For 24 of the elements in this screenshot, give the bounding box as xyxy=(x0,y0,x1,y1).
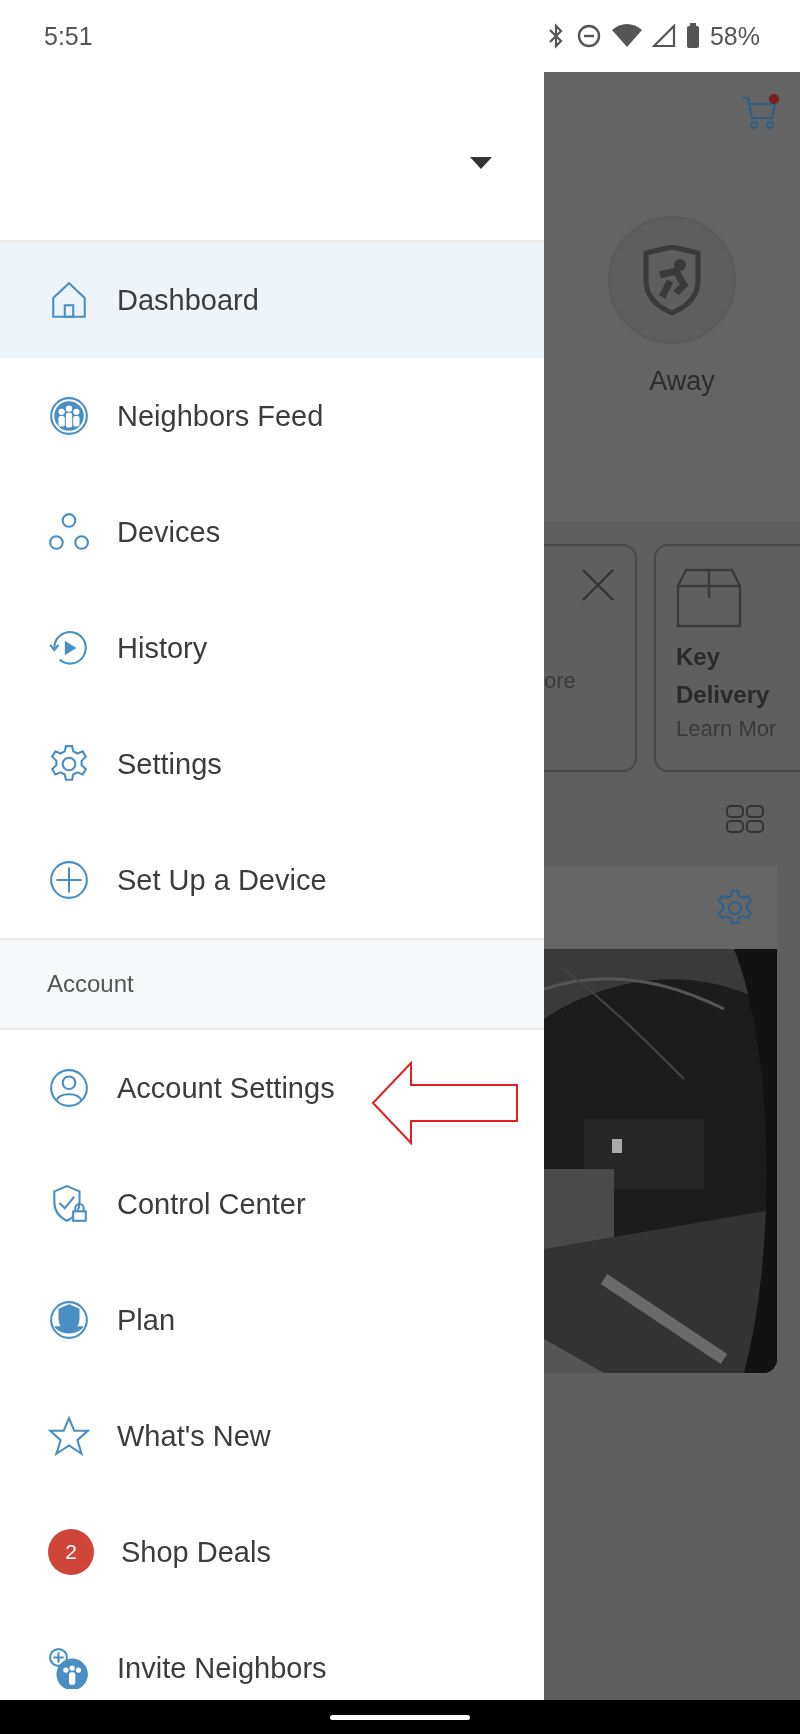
menu-item[interactable]: Dashboard xyxy=(0,242,544,358)
devices-icon xyxy=(48,511,90,553)
invite-people-icon xyxy=(48,1647,90,1689)
dropdown-caret-icon[interactable] xyxy=(470,157,492,169)
cart-icon[interactable] xyxy=(740,94,780,132)
section-title: Account xyxy=(47,970,134,998)
signal-icon xyxy=(651,24,676,48)
close-icon[interactable] xyxy=(581,568,615,602)
battery-percent: 58% xyxy=(709,21,760,51)
star-icon xyxy=(48,1415,90,1457)
mode-label: Away xyxy=(649,366,715,397)
home-indicator[interactable] xyxy=(330,1714,470,1720)
box-icon xyxy=(676,568,742,628)
people-icon xyxy=(48,395,90,437)
user-icon xyxy=(48,1067,90,1109)
do-not-disturb-icon xyxy=(575,23,602,49)
battery-icon xyxy=(685,23,700,49)
add-icon xyxy=(48,859,90,901)
wifi-icon xyxy=(611,24,642,48)
camera-card[interactable] xyxy=(544,866,777,1373)
count-badge: 2 xyxy=(48,1529,94,1575)
grid-view-icon[interactable] xyxy=(726,805,764,833)
status-time: 5:51 xyxy=(44,21,94,51)
shield-person-icon xyxy=(48,1299,90,1341)
